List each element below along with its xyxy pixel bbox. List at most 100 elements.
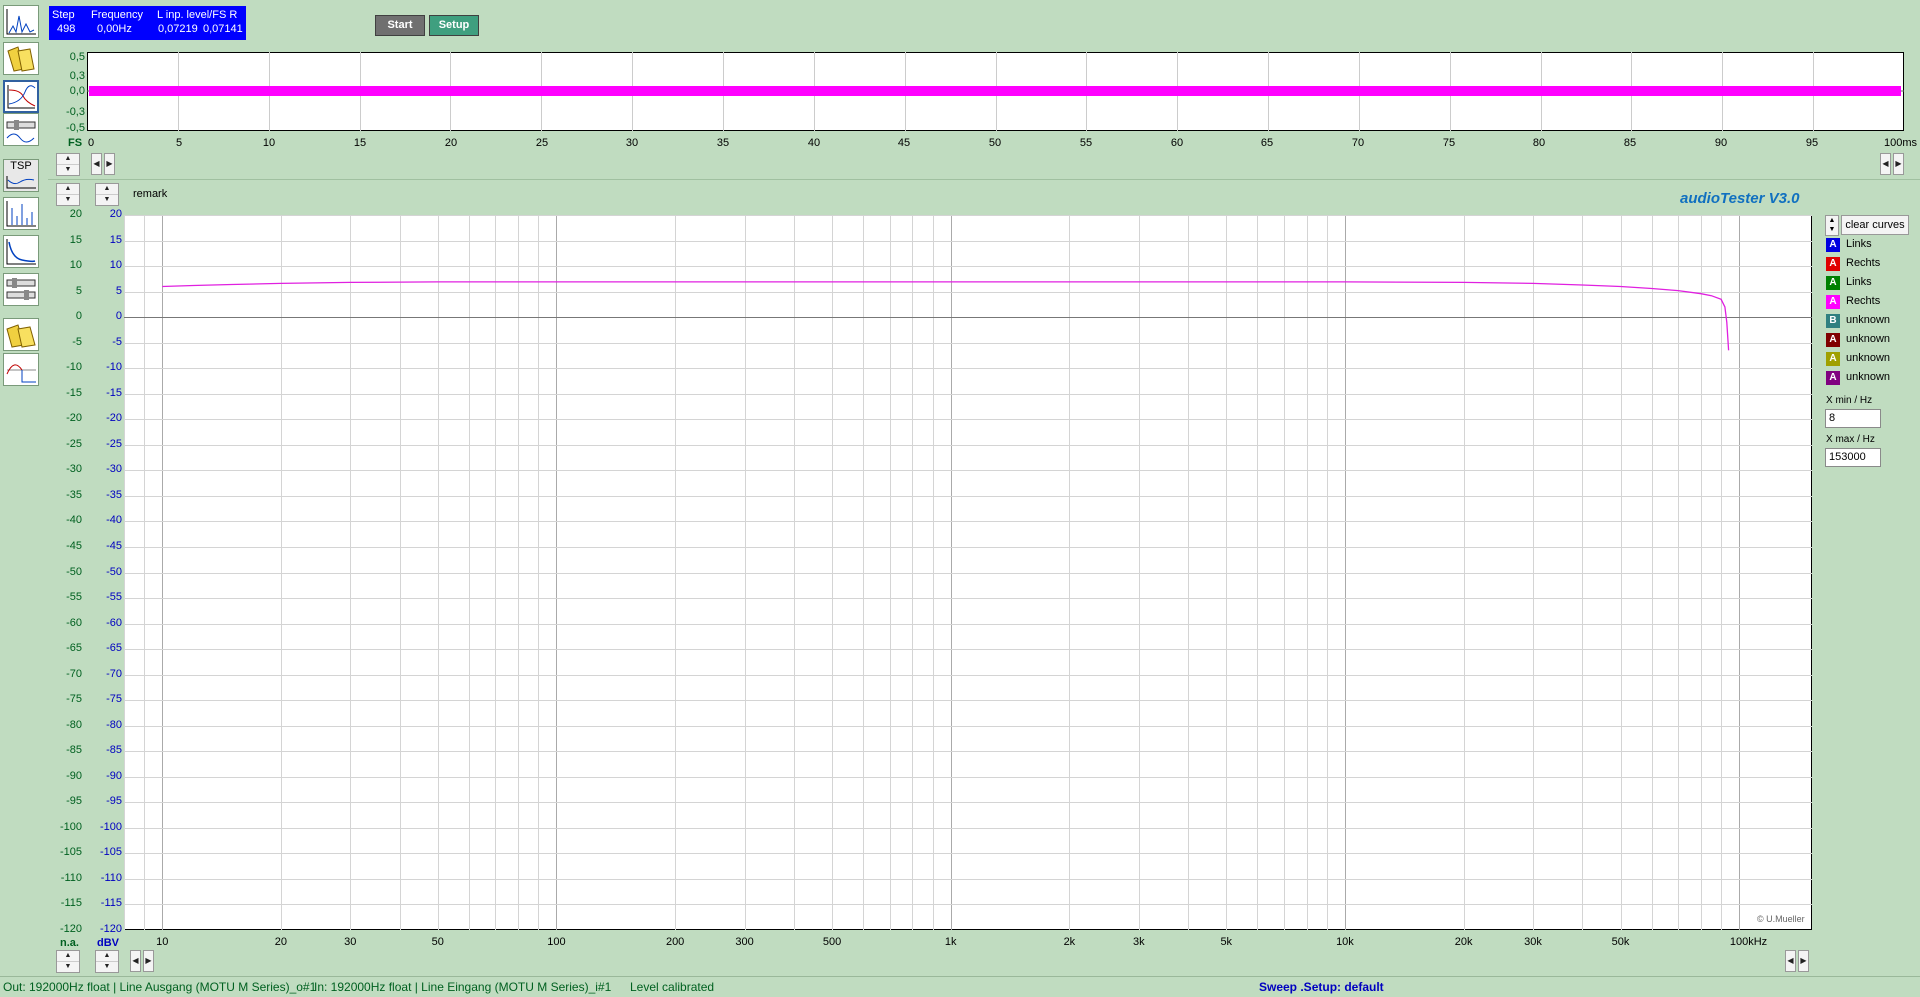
main-scroll-left-button[interactable]: ◀ bbox=[130, 950, 141, 972]
scope-x-tick: 95 bbox=[1805, 137, 1819, 149]
right-unit-label[interactable]: dBV bbox=[97, 937, 119, 949]
legend-curve-toggle[interactable]: A bbox=[1826, 295, 1840, 309]
scope-x-tick: 15 bbox=[353, 137, 367, 149]
scope-x-tick: 60 bbox=[1170, 137, 1184, 149]
left-y-tick: -20 bbox=[66, 412, 82, 425]
spectrum-bars-icon[interactable] bbox=[3, 197, 39, 230]
xmin-input[interactable]: 8 bbox=[1825, 409, 1881, 428]
left-unit-spinner[interactable]: ▲ ▼ bbox=[56, 950, 80, 973]
input-level-label: L inp. level/FS R bbox=[157, 9, 238, 21]
main-zoom-left-button[interactable]: ◀ bbox=[1785, 950, 1796, 972]
left-y-tick: 5 bbox=[75, 284, 82, 297]
waveform-square-icon[interactable] bbox=[3, 353, 39, 386]
tsp-label: TSP bbox=[10, 160, 32, 172]
status-output: Out: 192000Hz float | Line Ausgang (MOTU… bbox=[3, 980, 317, 994]
legend-curve-toggle[interactable]: A bbox=[1826, 333, 1840, 347]
right-y-tick: -95 bbox=[106, 795, 122, 808]
legend-curve-toggle[interactable]: A bbox=[1826, 352, 1840, 366]
scope-x-tick: 55 bbox=[1079, 137, 1093, 149]
left-unit-label[interactable]: n.a. bbox=[60, 937, 79, 949]
main-scroll-right-button[interactable]: ▶ bbox=[143, 950, 154, 972]
clear-curves-button[interactable]: clear curves bbox=[1841, 215, 1909, 235]
right-axis-spinner[interactable]: ▲ ▼ bbox=[95, 183, 119, 206]
frequency-response-plot bbox=[124, 215, 1812, 930]
left-y-tick: -35 bbox=[66, 488, 82, 501]
left-y-tick: -120 bbox=[59, 923, 82, 935]
right-y-tick: -50 bbox=[106, 565, 122, 578]
fft-spectrum-icon[interactable] bbox=[3, 5, 39, 38]
left-y-tick: -40 bbox=[66, 514, 82, 527]
right-y-tick: -40 bbox=[106, 514, 122, 527]
left-y-tick: -75 bbox=[66, 693, 82, 706]
status-input: In: 192000Hz float | Line Eingang (MOTU … bbox=[314, 980, 612, 994]
left-y-tick: 10 bbox=[69, 259, 82, 272]
right-y-tick: 20 bbox=[109, 208, 122, 220]
tsp-icon[interactable]: TSP bbox=[3, 159, 39, 192]
frequency-x-tick: 300 bbox=[735, 936, 754, 948]
scope-y-scale-spinner[interactable]: ▲ ▼ bbox=[56, 153, 80, 176]
right-unit-spinner[interactable]: ▲ ▼ bbox=[95, 950, 119, 973]
legend-label: Links bbox=[1846, 276, 1872, 288]
frequency-x-tick: 20k bbox=[1454, 936, 1473, 948]
legend-curve-toggle[interactable]: A bbox=[1826, 257, 1840, 271]
left-y-tick: -80 bbox=[66, 718, 82, 731]
scope-unit-label: FS bbox=[68, 137, 83, 149]
scope-scroll-left-button[interactable]: ◀ bbox=[91, 153, 102, 175]
gauge-settings-icon[interactable] bbox=[3, 273, 39, 306]
legend-curve-toggle[interactable]: A bbox=[1826, 276, 1840, 290]
left-y-tick: -65 bbox=[66, 642, 82, 655]
left-y-tick: -90 bbox=[66, 769, 82, 782]
scope-y-tick: 0,3 bbox=[69, 70, 85, 82]
start-button[interactable]: Start bbox=[375, 15, 425, 36]
right-y-tick: -15 bbox=[106, 386, 122, 399]
clear-curves-spinner[interactable]: ▲ ▼ bbox=[1825, 215, 1839, 236]
input-level-right: 0,07141 bbox=[203, 23, 243, 35]
frequency-x-tick: 10k bbox=[1336, 936, 1354, 948]
left-y-tick: -50 bbox=[66, 565, 82, 578]
right-y-tick: 5 bbox=[115, 284, 122, 297]
left-y-tick: -45 bbox=[66, 539, 82, 552]
right-y-tick: -90 bbox=[106, 769, 122, 782]
frequency-x-tick: 2k bbox=[1063, 936, 1076, 948]
status-sweep-setup: Sweep .Setup: default bbox=[1259, 980, 1384, 994]
step-response-icon[interactable] bbox=[3, 235, 39, 268]
step-value: 498 bbox=[57, 23, 76, 35]
folder-yellow-icon[interactable] bbox=[3, 318, 39, 351]
app-brand: audioTester V3.0 bbox=[1680, 190, 1800, 207]
frequency-x-tick: 20 bbox=[274, 936, 287, 948]
main-zoom-right-button[interactable]: ▶ bbox=[1798, 950, 1809, 972]
left-axis-spinner[interactable]: ▲ ▼ bbox=[56, 183, 80, 206]
step-label: Step bbox=[52, 9, 75, 21]
legend-curve-toggle[interactable]: A bbox=[1826, 371, 1840, 385]
right-y-tick: -105 bbox=[99, 846, 122, 859]
legend-curve-toggle[interactable]: B bbox=[1826, 314, 1840, 328]
folder-files-icon[interactable] bbox=[3, 42, 39, 75]
frequency-x-tick: 30 bbox=[344, 936, 357, 948]
scope-zoom-right-button[interactable]: ▶ bbox=[1893, 153, 1904, 175]
scope-zoom-left-button[interactable]: ◀ bbox=[1880, 153, 1891, 175]
right-y-tick: -100 bbox=[99, 820, 122, 833]
scope-x-tick: 90 bbox=[1714, 137, 1728, 149]
right-y-tick: -35 bbox=[106, 488, 122, 501]
right-y-tick: -20 bbox=[106, 412, 122, 425]
filter-gauge-icon[interactable] bbox=[3, 113, 39, 146]
remark-label[interactable]: remark bbox=[133, 188, 167, 200]
frequency-x-tick: 5k bbox=[1220, 936, 1233, 948]
scope-scroll-right-button[interactable]: ▶ bbox=[104, 153, 115, 175]
frequency-x-tick: 200 bbox=[665, 936, 685, 948]
left-y-tick: 0 bbox=[75, 310, 82, 323]
right-y-tick: -55 bbox=[106, 591, 122, 604]
right-y-tick: -115 bbox=[100, 897, 122, 910]
xmax-input[interactable]: 153000 bbox=[1825, 448, 1881, 467]
left-y-tick: -15 bbox=[66, 386, 82, 399]
left-y-tick: -85 bbox=[66, 744, 82, 757]
frequency-x-tick: 500 bbox=[822, 936, 842, 948]
scope-x-tick: 5 bbox=[175, 137, 183, 149]
measurement-status-box: Step 498 Frequency 0,00Hz L inp. level/F… bbox=[49, 6, 246, 40]
legend-curve-toggle[interactable]: A bbox=[1826, 238, 1840, 252]
left-y-tick: -5 bbox=[72, 335, 82, 348]
sweep-response-icon[interactable] bbox=[3, 80, 39, 113]
setup-button[interactable]: Setup bbox=[429, 15, 479, 36]
input-level-left: 0,07219 bbox=[158, 23, 198, 35]
scope-x-tick: 30 bbox=[625, 137, 639, 149]
